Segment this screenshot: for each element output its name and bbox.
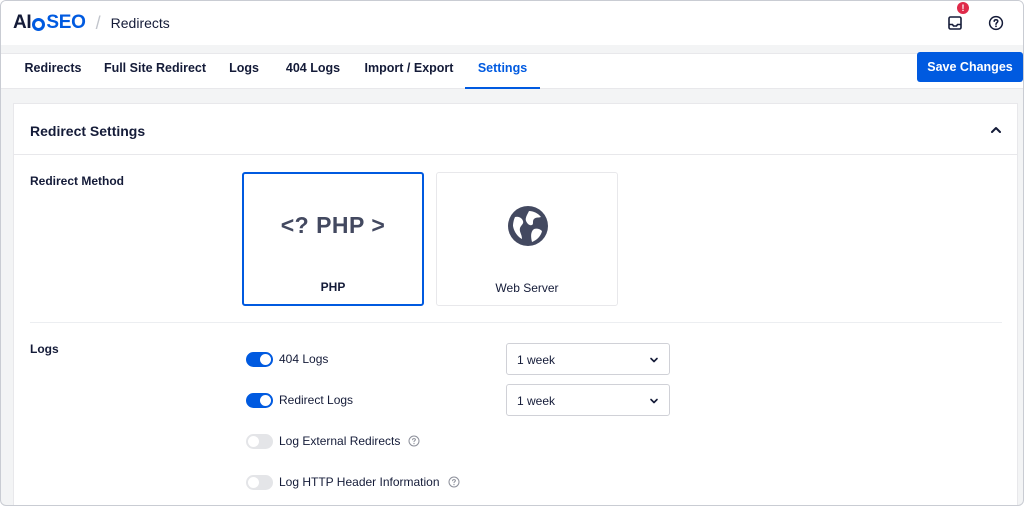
chevron-down-icon — [650, 357, 658, 363]
log-label-http-header: Log HTTP Header Information — [279, 475, 440, 489]
help-circle-icon — [988, 15, 1004, 31]
logo-text-prefix: AI — [13, 12, 32, 33]
tab-bar: Redirects Full Site Redirect Logs 404 Lo… — [1, 53, 1023, 89]
select-redirect-logs-retention[interactable]: 1 week — [506, 384, 670, 416]
aioseo-logo[interactable]: AI SEO — [13, 12, 86, 34]
chevron-down-icon — [650, 398, 658, 404]
inbox-icon — [948, 16, 962, 30]
log-row-404: 404 Logs — [246, 350, 328, 368]
method-option-label: Web Server — [495, 281, 559, 295]
toggle-redirect-logs[interactable] — [246, 392, 273, 408]
notification-badge: ! — [957, 2, 969, 14]
select-404-logs-retention[interactable]: 1 week — [506, 343, 670, 375]
tab-redirects[interactable]: Redirects — [15, 54, 91, 89]
top-bar: AI SEO / Redirects ! — [1, 1, 1023, 45]
toggle-knob — [260, 353, 271, 365]
help-circle-icon[interactable] — [448, 476, 460, 488]
breadcrumb-current: Redirects — [110, 15, 170, 31]
toggle-404-logs[interactable] — [246, 351, 273, 367]
select-value: 1 week — [517, 394, 556, 408]
tab-404-logs[interactable]: 404 Logs — [279, 54, 347, 89]
log-row-external: Log External Redirects — [246, 432, 420, 450]
toggle-log-external-redirects[interactable] — [246, 433, 273, 449]
logo-text-suffix: SEO — [46, 12, 86, 33]
header-actions: ! — [941, 1, 1023, 45]
toggle-knob — [248, 435, 259, 447]
save-changes-button[interactable]: Save Changes — [917, 52, 1023, 82]
log-row-redirect: Redirect Logs — [246, 391, 353, 409]
logo-gear-icon — [32, 17, 46, 31]
help-button[interactable] — [982, 9, 1010, 37]
method-option-label: PHP — [320, 280, 346, 294]
tab-settings[interactable]: Settings — [465, 54, 540, 89]
breadcrumb-separator: / — [95, 12, 101, 33]
toggle-log-http-header[interactable] — [246, 474, 273, 490]
log-label-redirect: Redirect Logs — [279, 393, 354, 407]
app-window: AI SEO / Redirects ! Redirects Full Site… — [0, 0, 1024, 506]
tab-import-export[interactable]: Import / Export — [357, 54, 461, 89]
log-row-http-header: Log HTTP Header Information — [246, 473, 460, 491]
logs-label: Logs — [30, 342, 59, 356]
select-value: 1 week — [517, 353, 556, 367]
globe-icon — [508, 206, 548, 246]
help-circle-icon[interactable] — [408, 435, 420, 447]
method-option-php[interactable]: <? PHP > PHP — [242, 172, 424, 306]
section-divider — [30, 322, 1002, 323]
log-label-404: 404 Logs — [279, 352, 329, 366]
toggle-knob — [260, 394, 271, 406]
tab-full-site-redirect[interactable]: Full Site Redirect — [101, 54, 209, 89]
card-header[interactable]: Redirect Settings — [14, 104, 1017, 155]
card-title: Redirect Settings — [30, 123, 146, 139]
redirect-settings-card: Redirect Settings Redirect Method <? PHP… — [13, 103, 1018, 505]
chevron-up-icon[interactable] — [989, 123, 1003, 137]
toggle-knob — [248, 476, 259, 488]
tab-logs[interactable]: Logs — [221, 54, 267, 89]
notifications-button[interactable]: ! — [941, 2, 969, 37]
log-label-external: Log External Redirects — [279, 434, 401, 448]
method-option-web-server[interactable]: Web Server — [436, 172, 618, 306]
redirect-method-label: Redirect Method — [30, 174, 125, 188]
php-code-icon: <? PHP > — [280, 212, 386, 238]
